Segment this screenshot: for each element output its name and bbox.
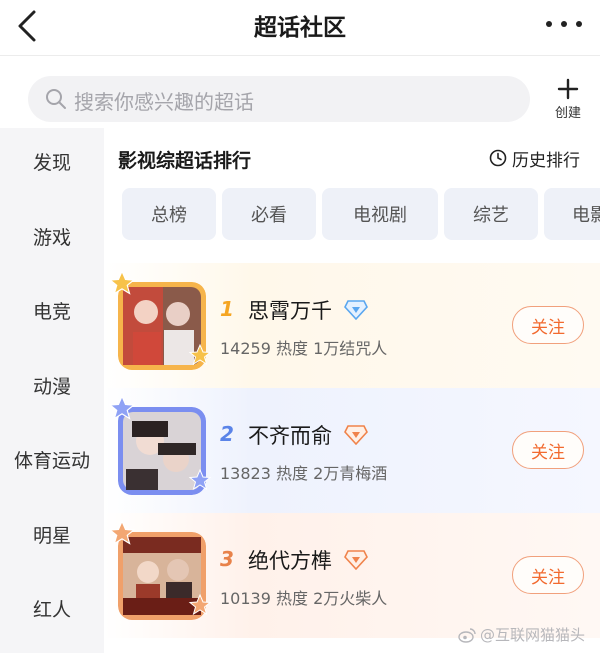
topic-name: 绝代方榫: [248, 549, 332, 573]
search-input[interactable]: 搜索你感兴趣的超话: [28, 76, 530, 122]
rank-number: 3: [220, 547, 234, 571]
plus-icon: [557, 78, 579, 100]
main-content: 影视综超话排行 历史排行 总榜 必看 电视剧 综艺 电影 1 思霄万千 1425…: [104, 128, 600, 653]
sidebar-item-stars[interactable]: 明星: [0, 521, 104, 548]
star-icon: [188, 343, 212, 366]
ranking-row[interactable]: 2 不齐而俞 13823 热度 2万青梅酒 关注: [104, 388, 600, 513]
star-icon: [188, 593, 212, 616]
ranking-row[interactable]: 1 思霄万千 14259 热度 1万结咒人 关注: [104, 263, 600, 388]
watermark: @互联网猫猫头: [458, 624, 585, 645]
more-button[interactable]: [546, 10, 582, 38]
topic-stats: 10139 热度 2万火柴人: [220, 589, 388, 608]
rank-number: 1: [220, 297, 234, 321]
follow-button[interactable]: 关注: [512, 556, 584, 594]
sidebar-item-anime[interactable]: 动漫: [0, 372, 104, 399]
sidebar-item-influencers[interactable]: 红人: [0, 595, 104, 622]
sidebar-item-discover[interactable]: 发现: [0, 148, 104, 175]
sidebar-item-sports[interactable]: 体育运动: [0, 446, 104, 473]
category-sidebar: 发现 游戏 电竞 动漫 体育运动 明星 红人: [0, 128, 104, 653]
follow-button[interactable]: 关注: [512, 306, 584, 344]
tab-movies[interactable]: 电影: [544, 188, 600, 240]
rank-number: 2: [220, 422, 234, 446]
star-icon: [188, 468, 212, 491]
page-title: 超话社区: [254, 15, 346, 41]
watermark-text: @互联网猫猫头: [480, 626, 586, 644]
sidebar-item-esports[interactable]: 电竞: [0, 297, 104, 324]
clock-icon: [489, 149, 507, 167]
search-icon: [46, 89, 66, 109]
create-button[interactable]: 创建: [548, 78, 588, 121]
sidebar-item-games[interactable]: 游戏: [0, 223, 104, 250]
topic-stats: 14259 热度 1万结咒人: [220, 339, 388, 358]
tab-tv-series[interactable]: 电视剧: [322, 188, 438, 240]
diamond-badge-icon: [344, 550, 368, 570]
diamond-badge-icon: [344, 300, 368, 320]
history-ranking-link[interactable]: 历史排行: [489, 146, 580, 171]
history-label: 历史排行: [512, 150, 580, 171]
tab-variety[interactable]: 综艺: [444, 188, 538, 240]
star-icon: [108, 269, 136, 295]
ranking-row[interactable]: 3 绝代方榫 10139 热度 2万火柴人 关注: [104, 513, 600, 638]
topic-stats: 13823 热度 2万青梅酒: [220, 464, 388, 483]
tab-must-watch[interactable]: 必看: [222, 188, 316, 240]
more-dot-icon: [576, 21, 582, 27]
weibo-logo-icon: [458, 627, 476, 643]
top-bar: 超话社区: [0, 0, 600, 56]
star-icon: [108, 519, 136, 545]
section-title: 影视综超话排行: [118, 150, 252, 172]
tab-overall[interactable]: 总榜: [122, 188, 216, 240]
star-icon: [108, 394, 136, 420]
search-placeholder: 搜索你感兴趣的超话: [74, 90, 254, 114]
topic-name: 不齐而俞: [248, 424, 332, 448]
topic-name: 思霄万千: [248, 299, 332, 323]
category-tabs: 总榜 必看 电视剧 综艺 电影: [122, 188, 600, 240]
diamond-badge-icon: [344, 425, 368, 445]
more-dot-icon: [561, 21, 567, 27]
more-dot-icon: [546, 21, 552, 27]
follow-button[interactable]: 关注: [512, 431, 584, 469]
create-label: 创建: [554, 106, 581, 121]
